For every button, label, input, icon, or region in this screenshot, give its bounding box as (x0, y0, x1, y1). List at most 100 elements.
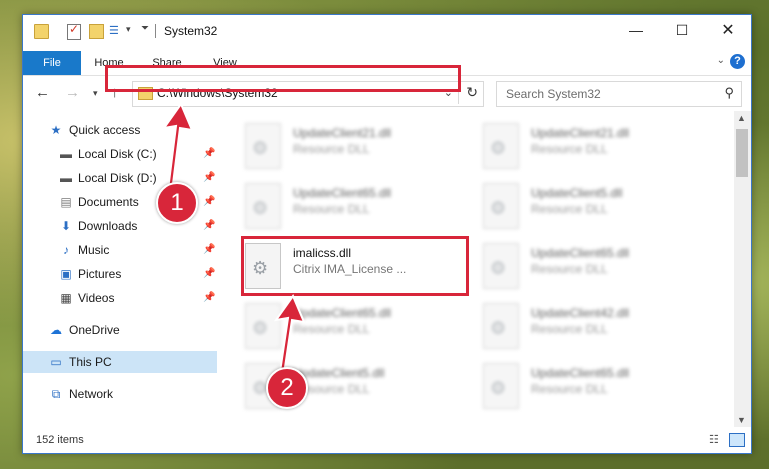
network-icon: ⧉ (51, 387, 61, 401)
properties-check-icon[interactable] (67, 22, 81, 40)
sidebar-item-label: Videos (78, 291, 115, 305)
list-view-icon[interactable]: ☰ (109, 24, 123, 37)
documents-icon: ▤ (60, 195, 72, 209)
sidebar-item-videos[interactable]: ▦ Videos 📌 (23, 287, 217, 309)
navigation-pane: ★ Quick access ▬ Local Disk (C:) 📌 ▬ Loc… (23, 115, 223, 415)
window-title: System32 (164, 24, 218, 38)
drive-icon: ▬ (60, 171, 72, 185)
sidebar-item-music[interactable]: ♪ Music 📌 (23, 239, 217, 261)
file-name: UpdateClient65.dll (531, 366, 630, 380)
file-name: UpdateClient21.dll (531, 126, 630, 140)
file-name: UpdateClient21.dll (293, 126, 392, 140)
dll-file-icon (245, 183, 281, 229)
step-1-badge: 1 (156, 182, 198, 224)
sidebar-item-label: Local Disk (D:) (78, 171, 157, 185)
status-bar: 152 items ☷ (23, 427, 751, 453)
sidebar-item-label: Music (78, 243, 110, 257)
tab-file[interactable]: File (23, 51, 81, 75)
chevron-down-icon[interactable]: ▾ (126, 24, 131, 35)
sidebar-item-this-pc[interactable]: ▭ This PC (23, 351, 217, 373)
sidebar-item-label: Documents (78, 195, 139, 209)
item-count: 152 items (36, 434, 84, 446)
dll-file-icon (483, 183, 519, 229)
sidebar-item-local-disk-c[interactable]: ▬ Local Disk (C:) 📌 (23, 143, 217, 165)
sidebar-item-quick-access[interactable]: ★ Quick access (23, 119, 217, 141)
sidebar-item-label: This PC (69, 355, 112, 369)
customize-toolbar-icon[interactable]: ⏷ (141, 23, 149, 34)
vertical-scrollbar[interactable]: ▲ ▼ (734, 111, 751, 427)
title-bar: ☰ ▾ ⏷ System32 — ☐ ✕ (23, 15, 751, 47)
divider (155, 24, 156, 38)
scroll-down-icon[interactable]: ▼ (737, 415, 746, 425)
dll-file-icon (483, 123, 519, 169)
pin-icon[interactable]: 📌 (203, 191, 215, 213)
maximize-button[interactable]: ☐ (659, 15, 705, 45)
sidebar-item-label: OneDrive (69, 323, 120, 337)
sidebar-item-onedrive[interactable]: ☁ OneDrive (23, 319, 217, 341)
search-placeholder: Search System32 (506, 87, 601, 101)
computer-icon: ▭ (50, 355, 62, 369)
file-type: Resource DLL (531, 382, 608, 396)
file-type: Resource DLL (293, 142, 370, 156)
pin-icon[interactable]: 📌 (203, 167, 215, 189)
file-item[interactable]: UpdateClient65.dll Resource DLL (245, 181, 475, 233)
sidebar-item-label: Local Disk (C:) (78, 147, 157, 161)
file-type: Resource DLL (531, 142, 608, 156)
address-bar-highlight (105, 65, 461, 92)
music-icon: ♪ (63, 243, 69, 257)
back-arrow-icon[interactable]: ← (35, 84, 50, 101)
dll-file-icon (245, 303, 281, 349)
file-name: UpdateClient65.dll (293, 306, 392, 320)
file-name: UpdateClient65.dll (531, 246, 630, 260)
sidebar-item-label: Network (69, 387, 114, 401)
step-2-badge: 2 (266, 367, 308, 409)
file-name: UpdateClient5.dll (531, 186, 623, 200)
forward-arrow-icon[interactable]: → (65, 84, 80, 101)
sidebar-item-network[interactable]: ⧉ Network (23, 383, 217, 405)
file-name: UpdateClient5.dll (293, 366, 385, 380)
file-item[interactable]: UpdateClient42.dll Resource DLL (483, 301, 713, 353)
dll-file-icon (483, 363, 519, 409)
expand-ribbon-icon[interactable]: ⌄ (717, 55, 725, 66)
sidebar-item-label: Pictures (78, 267, 122, 281)
dll-file-icon (245, 123, 281, 169)
file-item[interactable]: UpdateClient65.dll Resource DLL (483, 241, 713, 293)
videos-icon: ▦ (60, 291, 72, 305)
details-view-icon[interactable]: ☷ (709, 433, 723, 446)
sidebar-item-label: Quick access (69, 123, 141, 137)
scrollbar-thumb[interactable] (736, 129, 748, 177)
dll-file-icon (483, 303, 519, 349)
pin-icon[interactable]: 📌 (203, 263, 215, 285)
scroll-up-icon[interactable]: ▲ (737, 113, 746, 123)
file-item[interactable]: UpdateClient65.dll Resource DLL (483, 361, 713, 413)
file-name: UpdateClient65.dll (293, 186, 392, 200)
download-icon: ⬇ (60, 219, 72, 233)
drive-icon: ▬ (60, 147, 72, 161)
help-icon[interactable]: ? (730, 54, 745, 69)
file-name: UpdateClient42.dll (531, 306, 630, 320)
pin-icon[interactable]: 📌 (203, 239, 215, 261)
file-item[interactable]: UpdateClient21.dll Resource DLL (245, 121, 475, 173)
star-icon: ★ (50, 123, 62, 137)
file-item[interactable]: UpdateClient5.dll Resource DLL (483, 181, 713, 233)
sidebar-item-pictures[interactable]: ▣ Pictures 📌 (23, 263, 217, 285)
dll-file-icon (483, 243, 519, 289)
pin-icon[interactable]: 📌 (203, 143, 215, 165)
search-icon[interactable]: ⚲ (724, 85, 734, 101)
file-type: Resource DLL (531, 202, 608, 216)
refresh-icon[interactable]: ↻ (466, 84, 478, 101)
file-highlight (241, 236, 469, 296)
file-type: Resource DLL (293, 202, 370, 216)
file-item[interactable]: UpdateClient21.dll Resource DLL (483, 121, 713, 173)
folder-icon (34, 24, 49, 39)
search-input[interactable]: Search System32 ⚲ (496, 81, 742, 107)
pin-icon[interactable]: 📌 (203, 215, 215, 237)
close-button[interactable]: ✕ (705, 15, 751, 45)
large-icons-view-icon[interactable] (729, 433, 745, 447)
file-item[interactable]: UpdateClient65.dll Resource DLL (245, 301, 475, 353)
pin-icon[interactable]: 📌 (203, 287, 215, 309)
new-folder-icon[interactable] (89, 24, 104, 39)
sidebar-item-label: Downloads (78, 219, 138, 233)
recent-locations-icon[interactable]: ▾ (93, 88, 98, 99)
minimize-button[interactable]: — (613, 15, 659, 45)
